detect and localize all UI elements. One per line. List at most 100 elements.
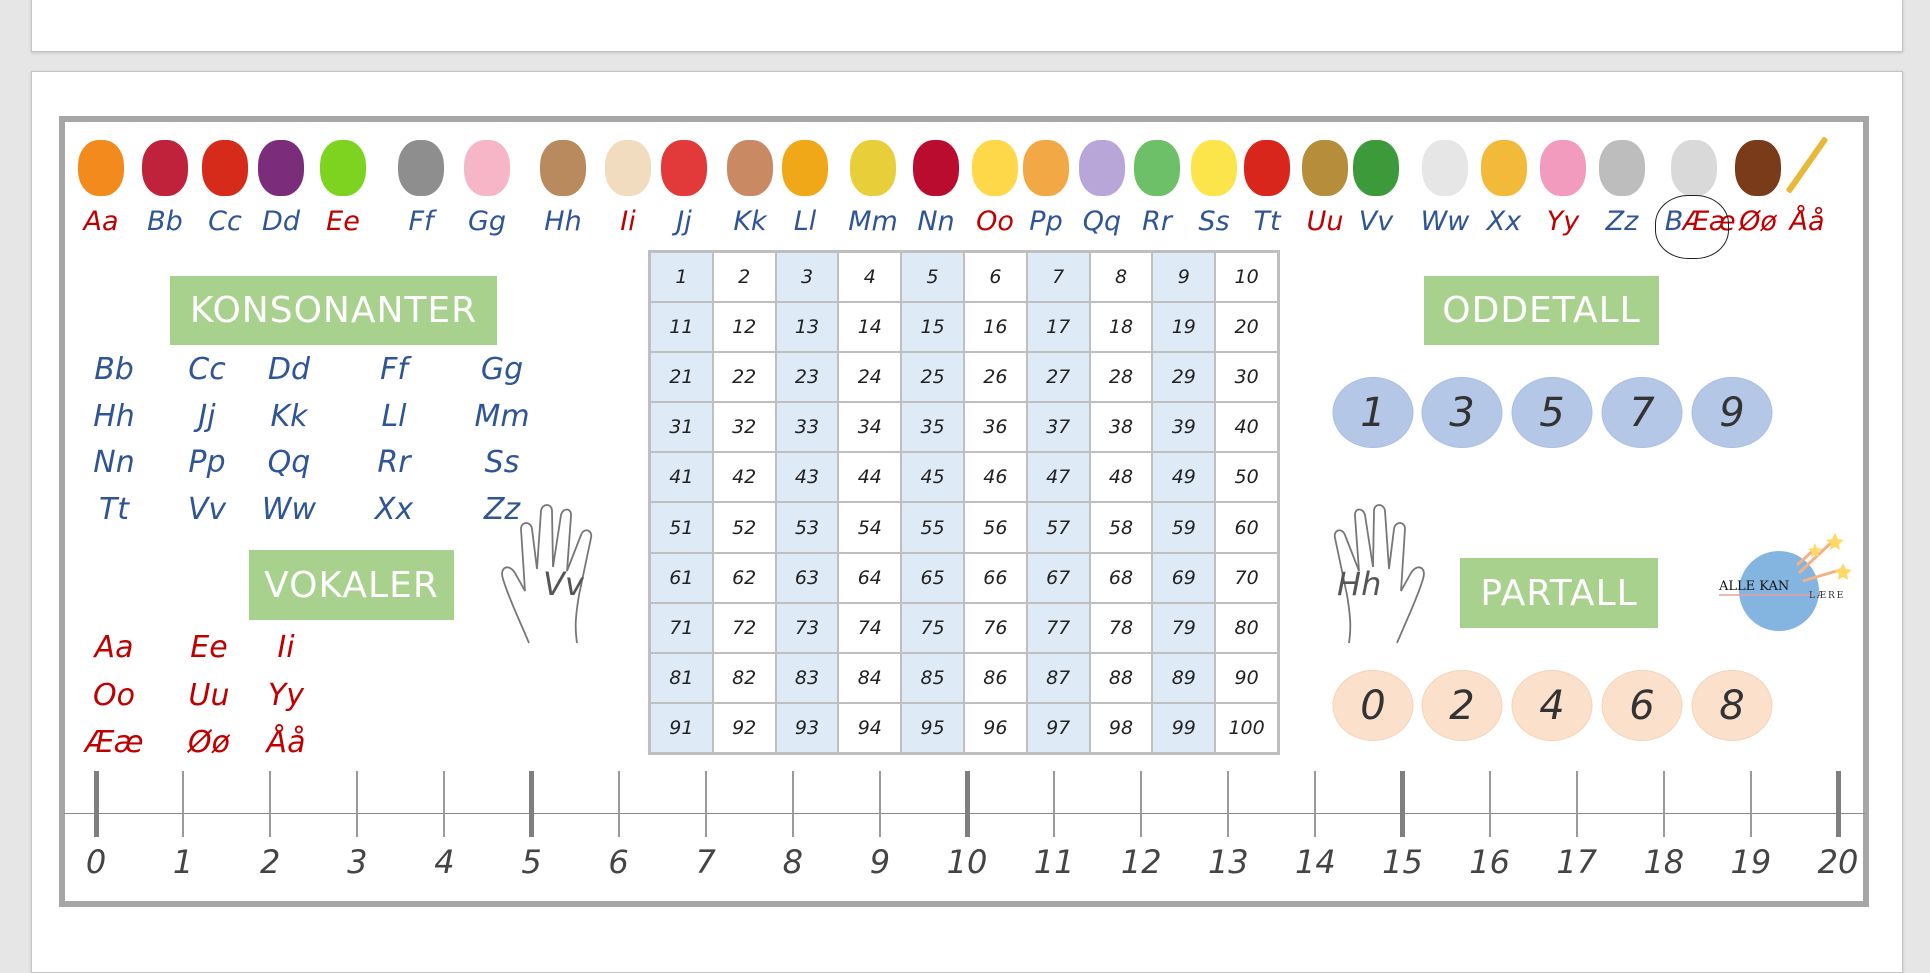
alphabet-letter: Jj bbox=[676, 206, 692, 237]
partall-label: PARTALL bbox=[1460, 558, 1658, 628]
number-line-label: 15 bbox=[1382, 843, 1423, 881]
previous-page bbox=[31, 0, 1903, 52]
grid-cell: 36 bbox=[963, 402, 1027, 453]
ice-cream-icon bbox=[601, 128, 655, 202]
grid-cell: 74 bbox=[838, 602, 902, 653]
konsonanter-label: KONSONANTER bbox=[170, 276, 497, 345]
grid-cell: 7 bbox=[1026, 252, 1090, 303]
alphabet-letter: Bb bbox=[147, 206, 183, 237]
grid-cell: 80 bbox=[1215, 602, 1278, 653]
consonant: Dd bbox=[267, 352, 311, 387]
grid-cell: 73 bbox=[775, 602, 839, 653]
grid-cell: 63 bbox=[775, 552, 839, 603]
even-number: 0 bbox=[1332, 670, 1414, 741]
alphabet-letter: Ww bbox=[1420, 206, 1470, 237]
grid-cell: 58 bbox=[1089, 502, 1153, 553]
grid-cell: 44 bbox=[838, 452, 902, 503]
orange-icon bbox=[74, 128, 128, 202]
number-line-label: 10 bbox=[946, 843, 988, 881]
consonant: Ff bbox=[380, 352, 408, 387]
grid-cell: 99 bbox=[1152, 702, 1216, 753]
vowel: Ee bbox=[190, 630, 228, 665]
consonant: Ll bbox=[381, 399, 407, 434]
number-line-tick bbox=[878, 771, 881, 837]
number-line-label: 19 bbox=[1730, 843, 1772, 881]
right-hand-icon: Hh bbox=[1315, 499, 1427, 645]
grid-cell: 68 bbox=[1089, 552, 1153, 603]
hippo-icon bbox=[394, 128, 448, 202]
number-line-label: 1 bbox=[172, 843, 194, 881]
alphabet-letter: Vv bbox=[1358, 206, 1394, 237]
toilet-icon bbox=[1418, 128, 1472, 202]
sheep-icon bbox=[1667, 128, 1721, 202]
vokaler-label: VOKALER bbox=[249, 550, 454, 620]
vowel: Ææ bbox=[84, 725, 144, 760]
vowel: Ii bbox=[277, 630, 295, 665]
rainbow-icon bbox=[1130, 128, 1184, 202]
grid-cell: 49 bbox=[1152, 452, 1216, 503]
grid-cell: 5 bbox=[901, 252, 964, 303]
grid-cell: 93 bbox=[775, 702, 839, 753]
number-line-tick bbox=[704, 771, 707, 837]
alphabet-letter: Zz bbox=[1605, 206, 1639, 237]
number-line-tick bbox=[356, 771, 359, 837]
alphabet-letter: Ii bbox=[620, 206, 636, 237]
hand-letter: Hh bbox=[1337, 565, 1382, 603]
number-line-tick bbox=[1053, 771, 1056, 837]
raspberry-icon bbox=[138, 128, 192, 202]
consonant: Jj bbox=[198, 399, 216, 434]
grid-cell: 45 bbox=[901, 452, 964, 503]
grid-cell: 69 bbox=[1152, 552, 1216, 603]
grid-cell: 53 bbox=[775, 502, 839, 553]
grid-cell: 41 bbox=[650, 452, 713, 503]
alphabet-letter: Ee bbox=[326, 206, 360, 237]
grid-cell: 12 bbox=[712, 302, 776, 353]
alphabet-letter: Ff bbox=[408, 206, 434, 237]
odd-number: 9 bbox=[1691, 377, 1773, 448]
sign-outline bbox=[1655, 195, 1729, 259]
grid-cell: 51 bbox=[650, 502, 713, 553]
grid-cell: 42 bbox=[712, 452, 776, 503]
grid-cell: 22 bbox=[712, 352, 776, 403]
alphabet-letter: Dd bbox=[262, 206, 300, 237]
grid-cell: 18 bbox=[1089, 302, 1153, 353]
watermelon-icon bbox=[1349, 128, 1403, 202]
number-line-label: 0 bbox=[85, 843, 107, 881]
corn-icon bbox=[846, 128, 900, 202]
grid-cell: 52 bbox=[712, 502, 776, 553]
vowel: Øø bbox=[188, 725, 230, 760]
grid-cell: 85 bbox=[901, 652, 964, 703]
grid-cell: 25 bbox=[901, 352, 964, 403]
alphabet-letter: Hh bbox=[544, 206, 582, 237]
number-line-label: 14 bbox=[1295, 843, 1336, 881]
grid-cell: 100 bbox=[1215, 702, 1278, 753]
dog-icon bbox=[536, 128, 590, 202]
eagle-icon bbox=[1731, 128, 1785, 202]
grid-cell: 34 bbox=[838, 402, 902, 453]
grid-cell: 96 bbox=[963, 702, 1027, 753]
grid-cell: 55 bbox=[901, 502, 964, 553]
number-line-tick bbox=[1227, 771, 1230, 837]
vowel: Åå bbox=[266, 725, 306, 760]
pig-icon bbox=[460, 128, 514, 202]
number-line-tick bbox=[1662, 771, 1665, 837]
grid-cell: 2 bbox=[712, 252, 776, 303]
number-line-tick bbox=[1835, 771, 1841, 837]
consonant: Xx bbox=[374, 492, 414, 527]
logo-arc-text: LÆRE bbox=[1809, 591, 1846, 601]
cheese-icon bbox=[968, 128, 1022, 202]
even-number: 6 bbox=[1601, 670, 1683, 741]
grid-cell: 10 bbox=[1215, 252, 1278, 303]
grid-cell: 23 bbox=[775, 352, 839, 403]
grid-cell: 8 bbox=[1089, 252, 1153, 303]
consonant: Tt bbox=[98, 492, 130, 527]
number-line-label: 8 bbox=[782, 843, 803, 881]
number-line-label: 3 bbox=[347, 843, 368, 881]
grid-cell: 50 bbox=[1215, 452, 1278, 503]
grid-cell: 56 bbox=[963, 502, 1027, 553]
number-line-label: 17 bbox=[1556, 843, 1598, 881]
grid-cell: 15 bbox=[901, 302, 964, 353]
alphabet-letter: Mm bbox=[848, 206, 898, 237]
consonant: Bb bbox=[94, 352, 134, 387]
grid-cell: 26 bbox=[963, 352, 1027, 403]
